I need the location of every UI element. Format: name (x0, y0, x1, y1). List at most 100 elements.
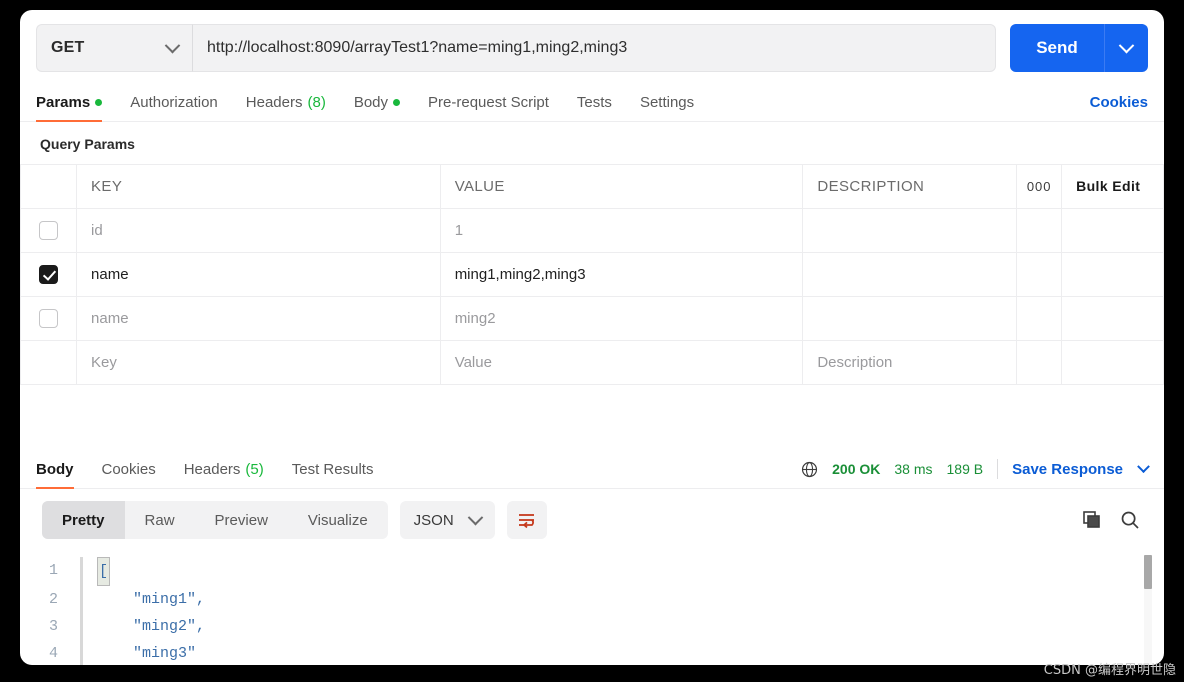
format-label: JSON (414, 512, 454, 529)
row-more[interactable] (1017, 209, 1062, 253)
row-description[interactable] (803, 253, 1017, 297)
tab-headers[interactable]: Headers (8) (246, 94, 326, 121)
row-more[interactable] (1017, 297, 1062, 341)
response-tab-test-results[interactable]: Test Results (292, 461, 374, 488)
tab-pre-request-script[interactable]: Pre-request Script (428, 94, 549, 121)
send-options-button[interactable] (1104, 24, 1148, 72)
row-value[interactable]: 1 (440, 209, 803, 253)
tab-label: Params (36, 94, 90, 111)
postman-window: GET http://localhost:8090/arrayTest1?nam… (20, 10, 1164, 665)
tab-authorization[interactable]: Authorization (130, 94, 218, 121)
search-icon[interactable] (1120, 510, 1140, 530)
response-meta: 200 OK 38 ms 189 B Save Response (801, 459, 1148, 488)
row-checkbox[interactable] (39, 221, 58, 240)
bulk-edit-label: Bulk Edit (1076, 178, 1140, 194)
ellipsis-icon: 000 (1027, 179, 1052, 194)
placeholder-description[interactable]: Description (803, 341, 1017, 385)
row-description[interactable] (803, 209, 1017, 253)
response-scrollbar[interactable] (1144, 555, 1152, 665)
format-select[interactable]: JSON (400, 501, 495, 539)
more-options-button[interactable]: 000 (1017, 165, 1062, 209)
row-checkbox[interactable] (39, 309, 58, 328)
code-line: 1 [ (20, 557, 1164, 586)
code-text: "ming3" (97, 640, 196, 665)
response-time: 38 ms (894, 461, 932, 477)
divider (997, 459, 998, 479)
scrollbar-thumb[interactable] (1144, 555, 1152, 589)
row-key[interactable]: id (77, 209, 441, 253)
tab-params[interactable]: Params (36, 94, 102, 121)
tab-label: Pre-request Script (428, 94, 549, 111)
row-checkbox-cell[interactable] (21, 253, 77, 297)
view-mode-preview[interactable]: Preview (195, 501, 288, 539)
modified-dot-icon (95, 99, 102, 106)
copy-icon[interactable] (1082, 510, 1102, 530)
line-number: 2 (20, 586, 80, 613)
row-checkbox-cell[interactable] (21, 297, 77, 341)
tab-body[interactable]: Body (354, 94, 400, 121)
table-row-placeholder[interactable]: Key Value Description (21, 341, 1164, 385)
globe-icon (801, 461, 818, 478)
tab-label: Authorization (130, 94, 218, 111)
http-method-select[interactable]: GET (36, 24, 192, 72)
code-text: [ (97, 557, 110, 586)
row-value[interactable]: ming2 (440, 297, 803, 341)
tab-label: Test Results (292, 461, 374, 478)
view-mode-raw[interactable]: Raw (125, 501, 195, 539)
placeholder-checkbox-cell (21, 341, 77, 385)
chevron-down-icon (467, 509, 483, 525)
table-row[interactable]: name ming1,ming2,ming3 (21, 253, 1164, 297)
code-text: "ming2", (97, 613, 205, 640)
tab-label: Tests (577, 94, 612, 111)
status-code: 200 OK (832, 461, 880, 477)
table-row[interactable]: name ming2 (21, 297, 1164, 341)
row-checkbox-cell[interactable] (21, 209, 77, 253)
line-number: 1 (20, 557, 80, 584)
row-checkbox[interactable] (39, 265, 58, 284)
word-wrap-button[interactable] (507, 501, 547, 539)
params-bottom-spacer (20, 385, 1164, 437)
chevron-down-icon (1119, 37, 1135, 53)
placeholder-spacer (1062, 341, 1164, 385)
save-response-button[interactable]: Save Response (1012, 461, 1123, 478)
tab-tests[interactable]: Tests (577, 94, 612, 121)
row-more[interactable] (1017, 253, 1062, 297)
row-description[interactable] (803, 297, 1017, 341)
response-tab-cookies[interactable]: Cookies (102, 461, 156, 488)
tab-count: (8) (307, 94, 325, 111)
cookies-link[interactable]: Cookies (1090, 94, 1148, 121)
tab-count: (5) (245, 461, 263, 478)
fold-gutter (80, 586, 83, 613)
bulk-edit-button[interactable]: Bulk Edit (1062, 165, 1164, 209)
response-body-code[interactable]: 1 [ 2 "ming1", 3 "ming2", 4 "ming3" (20, 549, 1164, 665)
response-tab-headers[interactable]: Headers (5) (184, 461, 264, 488)
chevron-down-icon (165, 37, 181, 53)
url-input[interactable]: http://localhost:8090/arrayTest1?name=mi… (192, 24, 996, 72)
table-row[interactable]: id 1 (21, 209, 1164, 253)
placeholder-value[interactable]: Value (440, 341, 803, 385)
placeholder-more (1017, 341, 1062, 385)
modified-dot-icon (393, 99, 400, 106)
row-key[interactable]: name (77, 253, 441, 297)
watermark: CSDN @编程界明世隐 (1044, 659, 1176, 678)
response-tools-right (1082, 510, 1148, 530)
row-value[interactable]: ming1,ming2,ming3 (440, 253, 803, 297)
fold-gutter (80, 640, 83, 665)
row-spacer (1062, 253, 1164, 297)
request-tabs: Params Authorization Headers (8) Body Pr… (20, 82, 1164, 122)
chevron-down-icon[interactable] (1137, 460, 1150, 473)
header-description: DESCRIPTION (803, 165, 1017, 209)
code-line: 2 "ming1", (20, 586, 1164, 613)
row-key[interactable]: name (77, 297, 441, 341)
tab-label: Body (36, 461, 74, 478)
tab-label: Headers (246, 94, 303, 111)
tab-settings[interactable]: Settings (640, 94, 694, 121)
placeholder-key[interactable]: Key (77, 341, 441, 385)
url-bar: GET http://localhost:8090/arrayTest1?nam… (20, 10, 1164, 82)
line-number: 4 (20, 640, 80, 665)
send-button[interactable]: Send (1010, 24, 1104, 72)
view-mode-pretty[interactable]: Pretty (42, 501, 125, 539)
header-value: VALUE (440, 165, 803, 209)
view-mode-visualize[interactable]: Visualize (288, 501, 388, 539)
response-tab-body[interactable]: Body (36, 461, 74, 488)
